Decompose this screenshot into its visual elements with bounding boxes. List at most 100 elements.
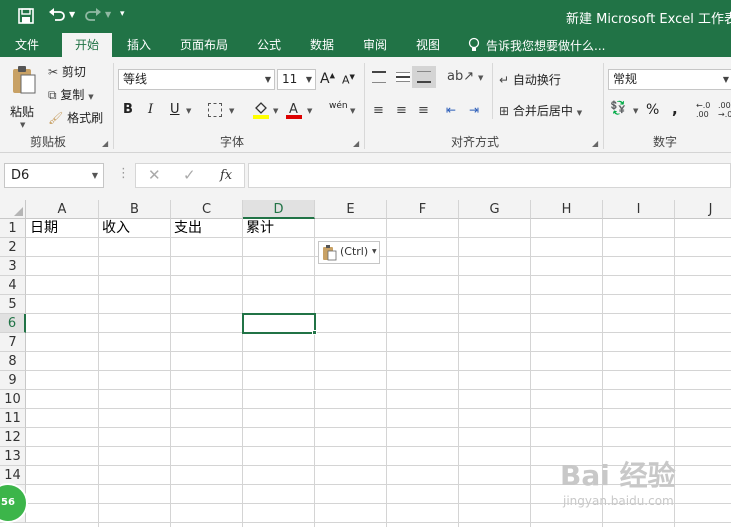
formula-input[interactable] (248, 163, 731, 188)
formula-bar-area: D6 ▼ ⋮ ✕ ✓ fx (0, 153, 731, 200)
wrap-text-button[interactable]: ↵ 自动换行 (499, 71, 561, 89)
row-header-14[interactable]: 14 (0, 466, 26, 485)
cell-d1[interactable]: 累计 (243, 219, 274, 238)
row-header-9[interactable]: 9 (0, 371, 26, 390)
column-header-i[interactable]: I (603, 200, 675, 219)
column-header-b[interactable]: B (99, 200, 171, 219)
formula-bar-resize-handle[interactable]: ⋮ (117, 166, 130, 181)
format-painter-button[interactable]: 🖌 格式刷 (48, 109, 103, 127)
font-size-value: 11 (282, 72, 298, 86)
alignment-launcher-icon[interactable]: ◢ (592, 139, 598, 148)
orientation-icon[interactable]: ab↗ (447, 69, 474, 84)
tell-me-search[interactable]: 告诉我您想要做什么... (486, 37, 605, 54)
select-all-corner[interactable] (0, 200, 26, 219)
tab-review[interactable]: 审阅 (354, 33, 396, 57)
underline-dropdown-icon[interactable]: ▼ (186, 107, 191, 115)
paste-icon (10, 65, 38, 95)
borders-icon[interactable] (208, 103, 222, 117)
row-header-11[interactable]: 11 (0, 409, 26, 428)
align-top-icon[interactable] (372, 71, 386, 83)
wrap-text-label: 自动换行 (512, 73, 561, 87)
row-header-2[interactable]: 2 (0, 238, 26, 257)
align-left-icon[interactable]: ≡ (373, 103, 384, 118)
comma-style-button[interactable]: , (672, 100, 678, 118)
paste-button[interactable]: 粘贴 ▼ (6, 63, 42, 129)
worksheet-grid[interactable]: A B C D E F G H I J 1 2 3 4 5 6 7 8 9 10… (0, 200, 731, 527)
cell-c1[interactable]: 支出 (171, 219, 202, 238)
borders-dropdown-icon[interactable]: ▼ (229, 107, 234, 115)
clipboard-launcher-icon[interactable]: ◢ (102, 139, 108, 148)
font-name-select[interactable]: 等线 ▼ (118, 69, 275, 90)
decrease-indent-icon[interactable]: ⇤ (446, 103, 456, 117)
insert-function-icon[interactable]: fx (220, 168, 232, 183)
align-right-icon[interactable]: ≡ (418, 103, 429, 118)
fill-color-icon[interactable] (252, 100, 270, 120)
font-color-dropdown-icon[interactable]: ▼ (307, 107, 312, 115)
accounting-dropdown-icon[interactable]: ▼ (633, 107, 638, 115)
paste-options-button[interactable]: (Ctrl) ▼ (318, 241, 380, 264)
row-header-10[interactable]: 10 (0, 390, 26, 409)
font-launcher-icon[interactable]: ◢ (353, 139, 359, 148)
cell-b1[interactable]: 收入 (99, 219, 130, 238)
tab-data[interactable]: 数据 (301, 33, 343, 57)
tab-home[interactable]: 开始 (62, 33, 112, 57)
column-header-c[interactable]: C (171, 200, 243, 219)
row-header-5[interactable]: 5 (0, 295, 26, 314)
tab-view[interactable]: 视图 (407, 33, 449, 57)
align-center-icon[interactable]: ≡ (396, 103, 407, 118)
phonetic-guide-button[interactable]: wén (329, 101, 348, 111)
font-color-icon[interactable]: A (286, 100, 302, 120)
underline-button[interactable]: U (170, 102, 180, 117)
column-header-a[interactable]: A (26, 200, 99, 219)
row-header-1[interactable]: 1 (0, 219, 26, 238)
accounting-format-icon[interactable]: 💱 (610, 101, 626, 116)
cell-a1[interactable]: 日期 (27, 219, 58, 238)
enter-icon[interactable]: ✓ (183, 166, 196, 184)
row-header-13[interactable]: 13 (0, 447, 26, 466)
column-header-j[interactable]: J (675, 200, 731, 219)
tab-insert[interactable]: 插入 (118, 33, 160, 57)
column-header-e[interactable]: E (315, 200, 387, 219)
clipboard-group-label: 剪贴板 (30, 135, 67, 149)
row-header-3[interactable]: 3 (0, 257, 26, 276)
column-header-d[interactable]: D (243, 200, 315, 219)
orientation-dropdown-icon[interactable]: ▼ (478, 74, 483, 82)
row-header-8[interactable]: 8 (0, 352, 26, 371)
save-icon[interactable] (17, 7, 35, 25)
fill-color-dropdown-icon[interactable]: ▼ (273, 107, 278, 115)
cancel-icon[interactable]: ✕ (148, 166, 161, 184)
tab-page-layout[interactable]: 页面布局 (172, 33, 236, 57)
merge-dropdown-icon: ▼ (576, 109, 583, 117)
phonetic-dropdown-icon[interactable]: ▼ (350, 107, 355, 115)
font-size-select[interactable]: 11 ▼ (277, 69, 316, 90)
merge-center-button[interactable]: ⊞ 合并后居中 ▼ (499, 102, 582, 122)
percent-style-button[interactable]: % (646, 102, 659, 118)
cut-button[interactable]: ✂ 剪切 (48, 63, 86, 81)
tab-file[interactable]: 文件 (4, 33, 50, 57)
italic-button[interactable]: I (148, 102, 153, 117)
increase-font-size-icon[interactable]: A▲ (320, 71, 335, 87)
copy-button[interactable]: ⧉ 复制 ▼ (48, 86, 94, 106)
column-header-f[interactable]: F (387, 200, 459, 219)
name-box[interactable]: D6 ▼ (4, 163, 104, 188)
align-bottom-icon[interactable] (412, 66, 436, 88)
active-cell-d6[interactable] (242, 313, 316, 334)
align-middle-icon[interactable] (396, 72, 410, 82)
column-header-h[interactable]: H (531, 200, 603, 219)
bold-button[interactable]: B (123, 102, 133, 117)
increase-decimal-icon[interactable]: ←.0.00 (696, 101, 710, 119)
undo-dropdown-icon[interactable]: ▼ (69, 10, 75, 19)
decrease-font-size-icon[interactable]: A▼ (342, 73, 355, 87)
customize-qat-icon[interactable]: ▾ (120, 9, 125, 19)
increase-indent-icon[interactable]: ⇥ (469, 103, 479, 117)
undo-icon[interactable] (47, 6, 67, 24)
column-header-g[interactable]: G (459, 200, 531, 219)
row-header-7[interactable]: 7 (0, 333, 26, 352)
row-header-12[interactable]: 12 (0, 428, 26, 447)
number-format-select[interactable]: 常规 ▼ (608, 69, 731, 90)
tab-formulas[interactable]: 公式 (248, 33, 290, 57)
row-header-4[interactable]: 4 (0, 276, 26, 295)
fill-handle[interactable] (312, 330, 317, 335)
decrease-decimal-icon[interactable]: .00 →.0 (718, 101, 731, 119)
row-header-6[interactable]: 6 (0, 314, 26, 333)
